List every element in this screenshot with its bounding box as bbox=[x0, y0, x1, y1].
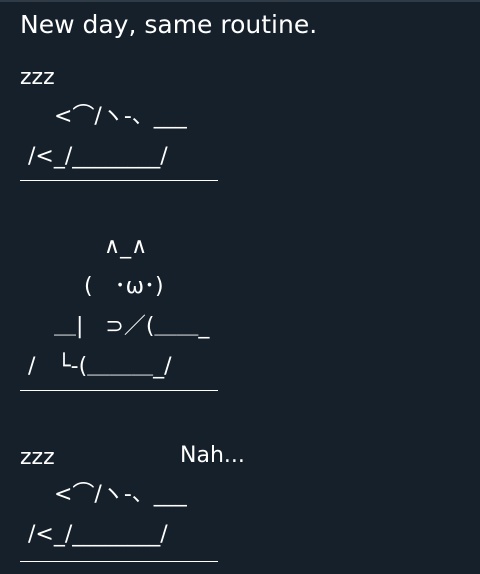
top-divider bbox=[0, 0, 480, 2]
zzz-bottom: zzz bbox=[20, 445, 55, 470]
cat-face: ( ･ω･) bbox=[84, 274, 164, 299]
sleep1-line1: <⌒/ヽ-、___ bbox=[54, 104, 187, 129]
underline-2 bbox=[20, 390, 218, 391]
sleep2-line2: /<_/________/ bbox=[28, 522, 168, 547]
underline-1 bbox=[20, 180, 218, 181]
underline-3 bbox=[20, 561, 218, 562]
sleep1-line2: /<_/________/ bbox=[28, 144, 168, 169]
cat-arms: ＿| ⊃／(＿＿_ bbox=[54, 314, 210, 339]
zzz-top: zzz bbox=[20, 65, 55, 90]
headline: New day, same routine. bbox=[20, 10, 318, 39]
cat-ears: ∧_∧ bbox=[104, 234, 148, 259]
sleep2-line1: <⌒/ヽ-、___ bbox=[54, 482, 187, 507]
cat-body: / └-(＿＿＿_/ bbox=[28, 354, 172, 379]
nah-text: Nah... bbox=[180, 443, 245, 468]
